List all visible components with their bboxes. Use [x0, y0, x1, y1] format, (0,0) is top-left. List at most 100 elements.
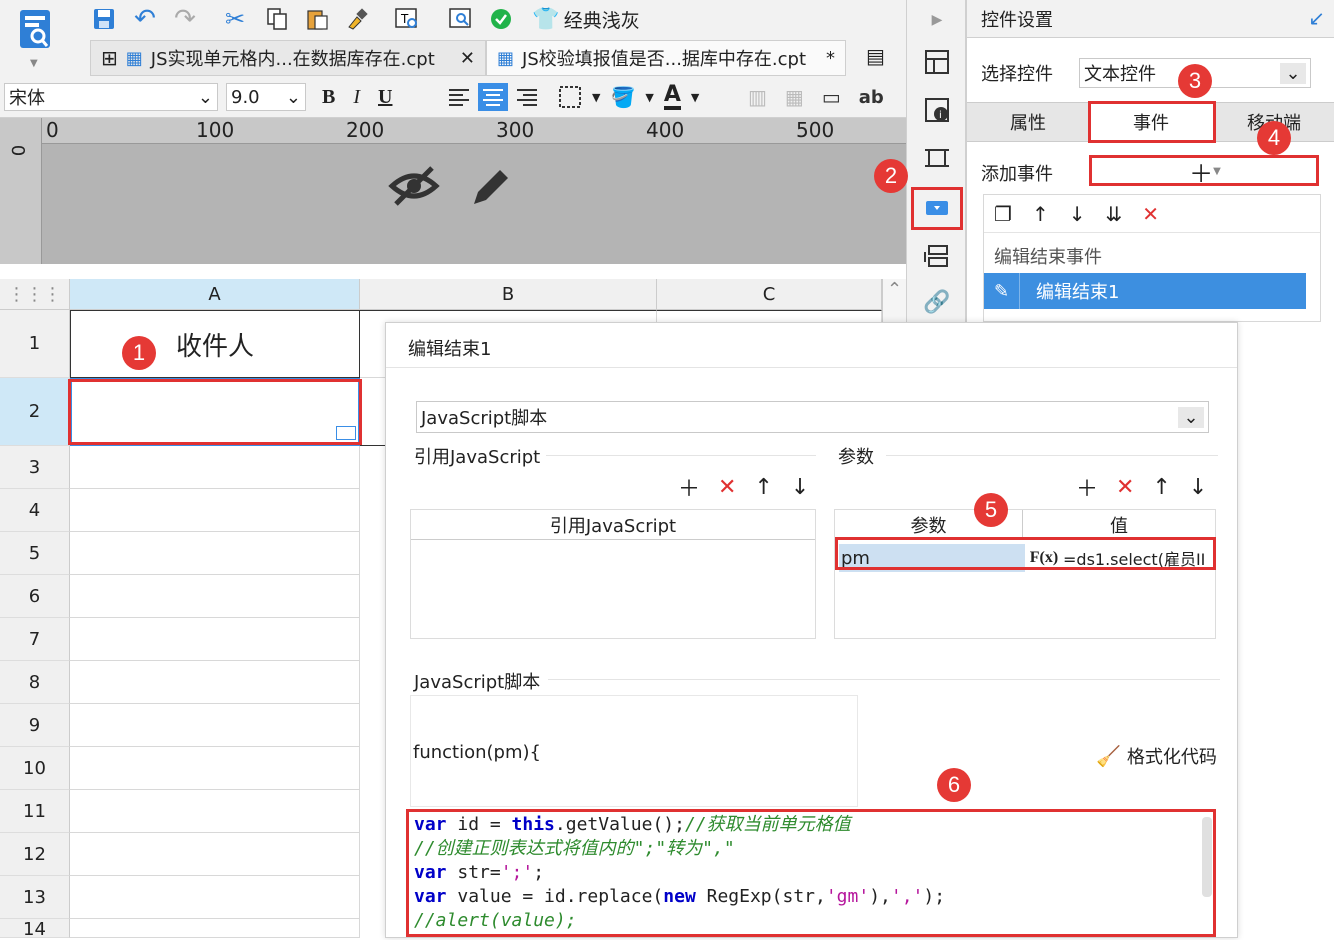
formula-icon[interactable]: F(x) [1027, 544, 1061, 572]
cell[interactable] [70, 747, 360, 790]
pencil-icon[interactable] [466, 164, 514, 217]
cell[interactable] [70, 833, 360, 876]
cell[interactable] [70, 919, 360, 938]
cell-a2-text-widget[interactable] [70, 378, 360, 446]
fill-color-icon[interactable]: 🪣 [610, 85, 635, 109]
cell[interactable] [70, 618, 360, 661]
param-name-cell[interactable]: pm [839, 544, 1025, 572]
row-header[interactable]: 8 [0, 661, 70, 704]
delete-icon[interactable]: ✕ [1142, 202, 1159, 226]
table-icon[interactable]: ▦ [785, 85, 804, 109]
insert-field-icon[interactable]: ▭ [822, 85, 841, 109]
row-header[interactable]: 2 [0, 378, 70, 446]
arrow-down-icon[interactable]: ↓ [791, 475, 809, 500]
save-icon[interactable] [90, 4, 118, 34]
row-header[interactable]: 11 [0, 790, 70, 833]
copy-icon[interactable]: ❐ [994, 202, 1012, 226]
align-left-icon[interactable] [446, 84, 472, 110]
row-header[interactable]: 14 [0, 919, 70, 940]
code-editor[interactable]: var id = this.getValue();//获取当前单元格值 //创建… [410, 813, 1216, 935]
arrow-down-icon[interactable]: ↓ [1069, 202, 1086, 226]
cell-a1[interactable]: 收件人 [70, 310, 360, 378]
cut-icon[interactable]: ✂ [220, 4, 250, 34]
align-right-icon[interactable] [514, 84, 540, 110]
script-type-select[interactable]: JavaScript脚本 ⌄ [416, 401, 1209, 433]
arrow-up-icon[interactable]: ↑ [1032, 202, 1049, 226]
cell-attr-icon[interactable] [919, 44, 955, 80]
chevron-down-icon[interactable]: ▼ [691, 91, 699, 104]
column-header-b[interactable]: B [360, 279, 657, 310]
border-icon[interactable] [558, 85, 582, 109]
row-header[interactable]: 4 [0, 489, 70, 532]
param-value-cell[interactable]: =ds1.select(雇员II [1063, 544, 1211, 572]
copy-icon[interactable] [262, 4, 292, 34]
row-header[interactable]: 5 [0, 532, 70, 575]
check-icon[interactable] [486, 4, 516, 34]
format-code-button[interactable]: 🧹 格式化代码 [1096, 743, 1217, 769]
collapse-icon[interactable]: ▶ [919, 2, 955, 38]
tab-menu-icon[interactable]: ▤ [866, 44, 885, 68]
eye-off-icon[interactable] [388, 164, 440, 213]
italic-button[interactable]: I [353, 86, 360, 109]
format-painter-icon[interactable] [342, 4, 372, 34]
select-all-icon[interactable]: ⋮⋮⋮ [0, 279, 70, 310]
font-family-select[interactable]: 宋体 ⌄ [4, 83, 218, 111]
plus-icon[interactable]: ＋ [678, 471, 700, 503]
arrow-down-icon[interactable]: ↓ [1189, 475, 1207, 500]
bold-button[interactable]: B [322, 86, 335, 109]
cell[interactable] [70, 704, 360, 747]
undo-icon[interactable]: ↶ [130, 4, 160, 34]
row-header[interactable]: 9 [0, 704, 70, 747]
widget-settings-icon[interactable] [919, 190, 955, 226]
row-header[interactable]: 12 [0, 833, 70, 876]
collapse-panel-icon[interactable]: ↙ [1308, 6, 1325, 30]
row-header[interactable]: 1 [0, 310, 70, 378]
cell[interactable] [70, 575, 360, 618]
column-b-cells[interactable] [360, 446, 386, 938]
merge-icon[interactable]: ▥ [748, 85, 767, 109]
paste-icon[interactable] [302, 4, 332, 34]
arrow-up-icon[interactable]: ↑ [1152, 475, 1170, 500]
cell[interactable] [70, 876, 360, 919]
add-event-button[interactable]: ＋ ▼ [1095, 158, 1315, 188]
link-icon[interactable]: 🔗 [919, 284, 955, 320]
row-header[interactable]: 6 [0, 575, 70, 618]
plus-icon[interactable]: ＋ [1076, 471, 1098, 503]
row-header[interactable]: 10 [0, 747, 70, 790]
underline-button[interactable]: U [378, 86, 392, 109]
sort-icon[interactable]: ⇊ [1105, 202, 1122, 226]
font-size-select[interactable]: 9.0 ⌄ [226, 83, 306, 111]
chevron-down-icon[interactable]: ▼ [592, 91, 600, 104]
frame-icon[interactable] [919, 140, 955, 176]
align-center-icon[interactable] [478, 83, 508, 111]
row-header[interactable]: 13 [0, 876, 70, 919]
chevron-down-icon[interactable]: ▼ [645, 91, 653, 104]
search-chart-icon[interactable] [446, 4, 476, 34]
cell-info-icon[interactable]: i [919, 92, 955, 128]
cell[interactable] [70, 532, 360, 575]
cell[interactable] [70, 790, 360, 833]
theme-button[interactable]: 👕 经典浅灰 [526, 4, 646, 34]
tab-file-2[interactable]: ▦ JS校验填报值是否...据库中存在.cpt * [486, 40, 846, 76]
logo-dropdown-icon[interactable]: ▼ [30, 58, 38, 69]
cell[interactable] [70, 446, 360, 489]
column-header-a[interactable]: A [70, 279, 360, 310]
tab-file-1[interactable]: ⊞ ▦ JS实现单元格内...在数据库存在.cpt ✕ [90, 40, 486, 76]
cell[interactable] [70, 661, 360, 704]
event-item-selected[interactable]: ✎ 编辑结束1 [984, 273, 1306, 309]
arrow-up-icon[interactable]: ↑ [754, 475, 772, 500]
app-logo-icon[interactable] [18, 8, 56, 54]
preview-icon[interactable]: T [392, 4, 422, 34]
column-header-c[interactable]: C [657, 279, 882, 310]
redo-icon[interactable]: ↷ [170, 4, 200, 34]
text-wrap-icon[interactable]: ab [859, 87, 884, 108]
cell[interactable] [70, 489, 360, 532]
row-header[interactable]: 3 [0, 446, 70, 489]
code-scrollbar[interactable] [1202, 817, 1212, 897]
font-color-button[interactable]: A [663, 84, 681, 110]
delete-icon[interactable]: ✕ [718, 475, 736, 500]
condition-icon[interactable] [919, 238, 955, 274]
delete-icon[interactable]: ✕ [1116, 475, 1134, 500]
close-icon[interactable]: ✕ [460, 48, 475, 69]
scroll-up-icon[interactable]: ⌃ [882, 279, 906, 323]
